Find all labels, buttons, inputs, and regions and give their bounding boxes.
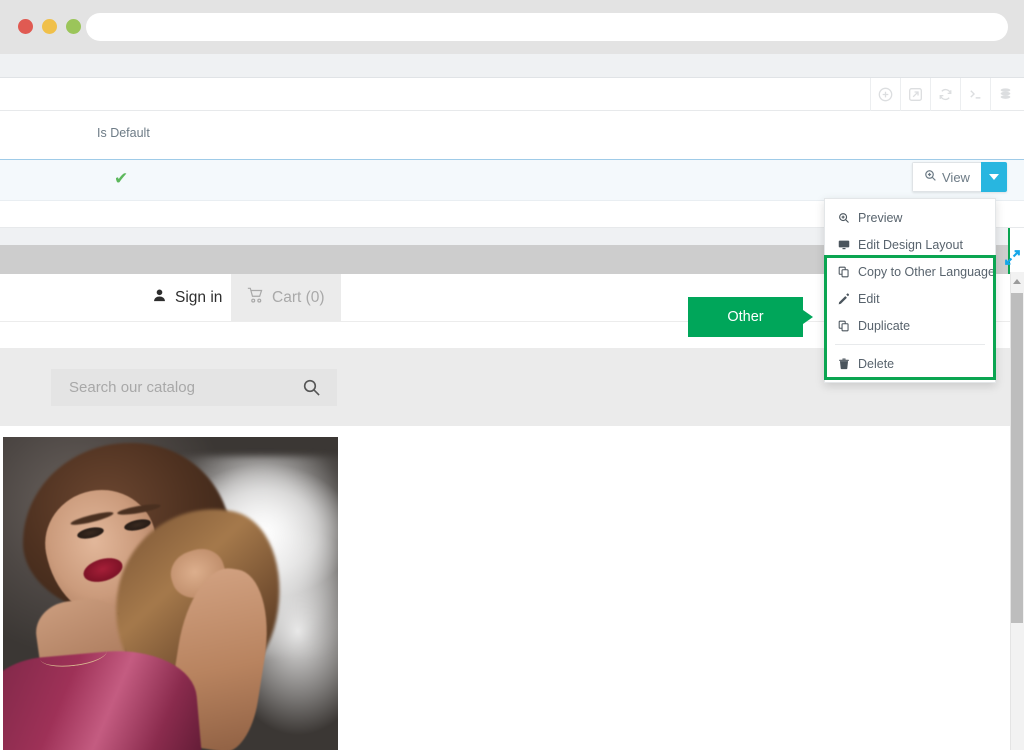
admin-top-strip	[0, 54, 1024, 78]
menu-item-duplicate[interactable]: Duplicate	[825, 312, 995, 339]
view-button-label: View	[942, 169, 970, 185]
share-export-icon[interactable]	[900, 78, 930, 111]
search-placeholder: Search our catalog	[69, 379, 195, 396]
expand-diagonal-icon[interactable]	[1003, 248, 1022, 267]
terminal-icon[interactable]	[960, 78, 990, 111]
column-header-is-default: Is Default	[97, 126, 150, 140]
scroll-up-arrow-icon[interactable]	[1013, 279, 1021, 284]
browser-chrome	[0, 0, 1024, 54]
menu-item-label: Copy to Other Language	[858, 264, 995, 279]
menu-item-label: Edit	[858, 291, 880, 306]
table-row[interactable]: ✔	[0, 159, 1024, 201]
refresh-icon[interactable]	[930, 78, 960, 111]
menu-item-label: Duplicate	[858, 318, 911, 333]
add-circle-icon[interactable]	[870, 78, 900, 111]
toolbar-icon-group	[870, 78, 1020, 111]
cart-label: Cart (0)	[272, 288, 325, 306]
menu-item-edit[interactable]: Edit	[825, 285, 995, 312]
menu-item-delete[interactable]: Delete	[825, 350, 995, 377]
monitor-icon	[837, 239, 850, 251]
pencil-icon	[837, 292, 850, 305]
sign-in-link[interactable]: Sign in	[138, 274, 236, 321]
trash-icon	[837, 358, 850, 370]
copy-icon	[837, 266, 850, 278]
menu-item-copy-to-other-language[interactable]: Copy to Other Language	[825, 258, 995, 285]
window-traffic-lights	[18, 19, 81, 34]
scrollbar-thumb[interactable]	[1011, 293, 1023, 623]
database-icon[interactable]	[990, 78, 1020, 111]
menu-item-label: Preview	[858, 210, 903, 225]
minimize-window-button[interactable]	[42, 19, 57, 34]
shopping-cart-icon	[247, 287, 264, 309]
admin-toolbar	[0, 78, 1024, 111]
close-window-button[interactable]	[18, 19, 33, 34]
hero-product-image[interactable]	[3, 437, 338, 750]
app-screen: Is Default ✔ View Preview Edit Design La…	[0, 0, 1024, 750]
search-icon[interactable]	[302, 378, 321, 402]
user-icon	[152, 288, 167, 308]
magnifier-plus-icon	[924, 169, 937, 185]
view-dropdown-menu: Preview Edit Design Layout Copy to Other…	[824, 198, 996, 383]
menu-item-edit-design-layout[interactable]: Edit Design Layout	[825, 231, 995, 258]
cart-link[interactable]: Cart (0)	[231, 274, 341, 321]
maximize-window-button[interactable]	[66, 19, 81, 34]
chevron-down-icon	[988, 174, 999, 180]
view-split-button: View	[912, 162, 1007, 192]
copy-icon	[837, 320, 850, 332]
view-dropdown-toggle[interactable]	[980, 162, 1007, 192]
other-callout-label: Other	[727, 309, 764, 325]
search-input[interactable]: Search our catalog	[51, 369, 337, 406]
url-bar[interactable]	[86, 13, 1008, 41]
sign-in-label: Sign in	[175, 288, 223, 306]
menu-divider	[835, 344, 985, 345]
view-button[interactable]: View	[912, 162, 981, 192]
magnifier-plus-icon	[837, 212, 850, 224]
table-header-row: Is Default	[0, 111, 1024, 159]
other-callout-arrow	[803, 310, 813, 324]
other-callout: Other	[688, 297, 803, 337]
menu-item-label: Edit Design Layout	[858, 237, 963, 252]
menu-item-preview[interactable]: Preview	[825, 204, 995, 231]
is-default-check-icon: ✔	[114, 169, 129, 188]
menu-item-label: Delete	[858, 356, 895, 371]
